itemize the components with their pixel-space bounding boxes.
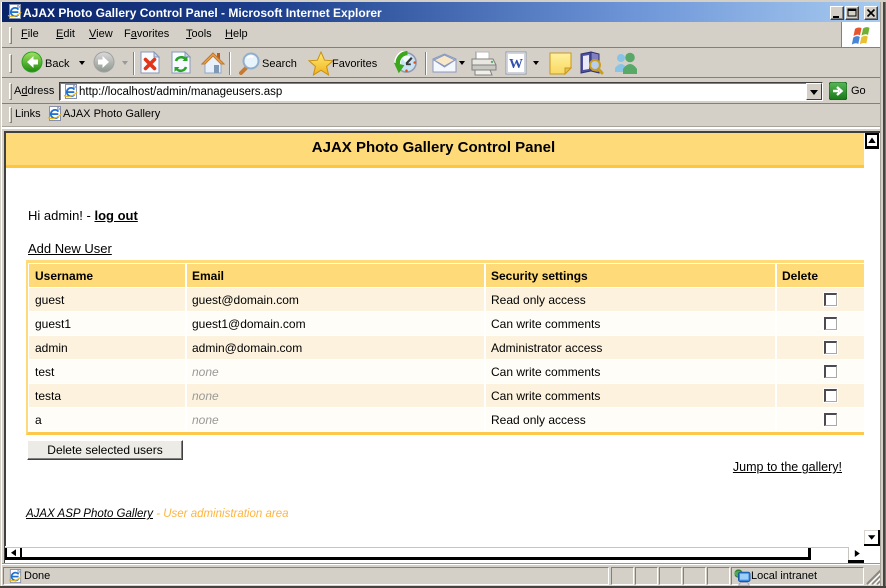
svg-text:W: W — [509, 57, 523, 72]
